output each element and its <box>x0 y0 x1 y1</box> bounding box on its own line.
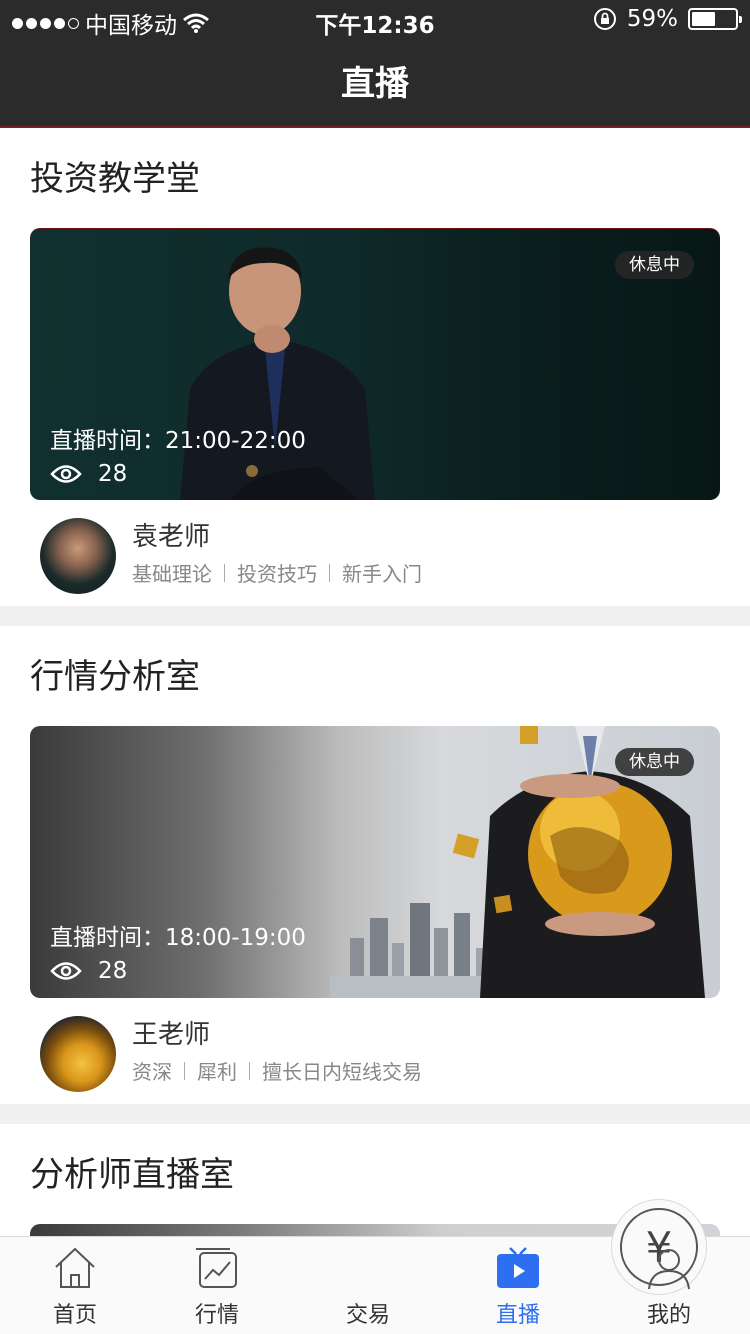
eye-icon <box>50 962 82 980</box>
tab-label: 交易 <box>345 1303 390 1328</box>
section-market-analysis: 行情分析室 休息中 直播时间：18:00-19:00 28 王老师 资深 犀利 … <box>0 626 750 1104</box>
live-time: 直播时间：21:00-22:00 <box>50 428 306 454</box>
tab-home[interactable]: 首页 <box>0 1237 150 1334</box>
status-badge: 休息中 <box>615 748 694 776</box>
teacher-tags: 资深 犀利 擅长日内短线交易 <box>132 1056 422 1085</box>
teacher-tags: 基础理论 投资技巧 新手入门 <box>132 558 422 587</box>
teacher-tag: 新手入门 <box>342 562 422 586</box>
teacher-tag: 基础理论 <box>132 562 212 586</box>
battery-icon <box>688 8 742 30</box>
tab-trade[interactable]: ¥ 交易 <box>293 1199 707 1334</box>
section-title: 行情分析室 <box>30 657 200 697</box>
status-bar: 中国移动 下午12:36 59% <box>0 0 750 40</box>
market-chart-icon <box>196 1248 237 1288</box>
live-list: 投资教学堂 休息中 直播时间：21:00-22:00 28 袁老师 基础理论 投… <box>0 128 750 1254</box>
section-divider <box>0 1104 750 1124</box>
teacher-tag: 投资技巧 <box>237 562 317 586</box>
divider <box>224 563 225 582</box>
view-count-value: 28 <box>98 958 128 984</box>
section-divider <box>0 606 750 626</box>
live-tv-icon <box>497 1247 539 1288</box>
view-count-value: 28 <box>98 461 128 487</box>
teacher-info[interactable]: 袁老师 基础理论 投资技巧 新手入门 <box>0 500 750 606</box>
tab-live[interactable]: 直播 <box>443 1237 593 1334</box>
teacher-tag: 擅长日内短线交易 <box>262 1060 422 1084</box>
divider <box>329 563 330 582</box>
view-count: 28 <box>50 461 127 487</box>
tab-label: 我的 <box>646 1303 691 1328</box>
tab-bar: 首页 行情 ¥ 交易 直播 我的 <box>0 1199 750 1334</box>
tab-market[interactable]: 行情 <box>142 1237 292 1334</box>
divider <box>184 1061 185 1080</box>
avatar <box>40 1016 116 1092</box>
teacher-name: 袁老师 <box>132 522 211 552</box>
teacher-info[interactable]: 王老师 资深 犀利 擅长日内短线交易 <box>0 998 750 1104</box>
profile-icon <box>648 1249 690 1290</box>
section-title: 投资教学堂 <box>30 159 200 199</box>
divider <box>249 1061 250 1080</box>
section-investment-class: 投资教学堂 休息中 直播时间：21:00-22:00 28 袁老师 基础理论 投… <box>0 128 750 606</box>
view-count: 28 <box>50 958 127 984</box>
avatar <box>40 518 116 594</box>
tab-label: 首页 <box>52 1303 97 1328</box>
host-photo <box>180 247 375 500</box>
tab-label: 直播 <box>495 1303 540 1328</box>
teacher-tag: 犀利 <box>197 1060 237 1084</box>
live-room-card[interactable]: 休息中 直播时间：21:00-22:00 28 <box>30 228 720 500</box>
tab-profile[interactable]: 我的 <box>594 1237 744 1334</box>
battery-fill <box>692 12 716 26</box>
teacher-tag: 资深 <box>132 1060 172 1084</box>
live-room-card[interactable]: 休息中 直播时间：18:00-19:00 28 <box>30 726 720 998</box>
page-title: 直播 <box>341 64 409 104</box>
top-bar: 中国移动 下午12:36 59% 直播 <box>0 0 750 128</box>
live-time: 直播时间：18:00-19:00 <box>50 925 306 951</box>
eye-icon <box>50 465 82 483</box>
status-badge: 休息中 <box>615 251 694 279</box>
battery-percent: 59% <box>626 6 678 32</box>
home-icon <box>55 1247 95 1288</box>
tab-label: 行情 <box>194 1303 239 1328</box>
teacher-name: 王老师 <box>132 1020 211 1050</box>
rotation-lock-icon <box>593 8 616 30</box>
